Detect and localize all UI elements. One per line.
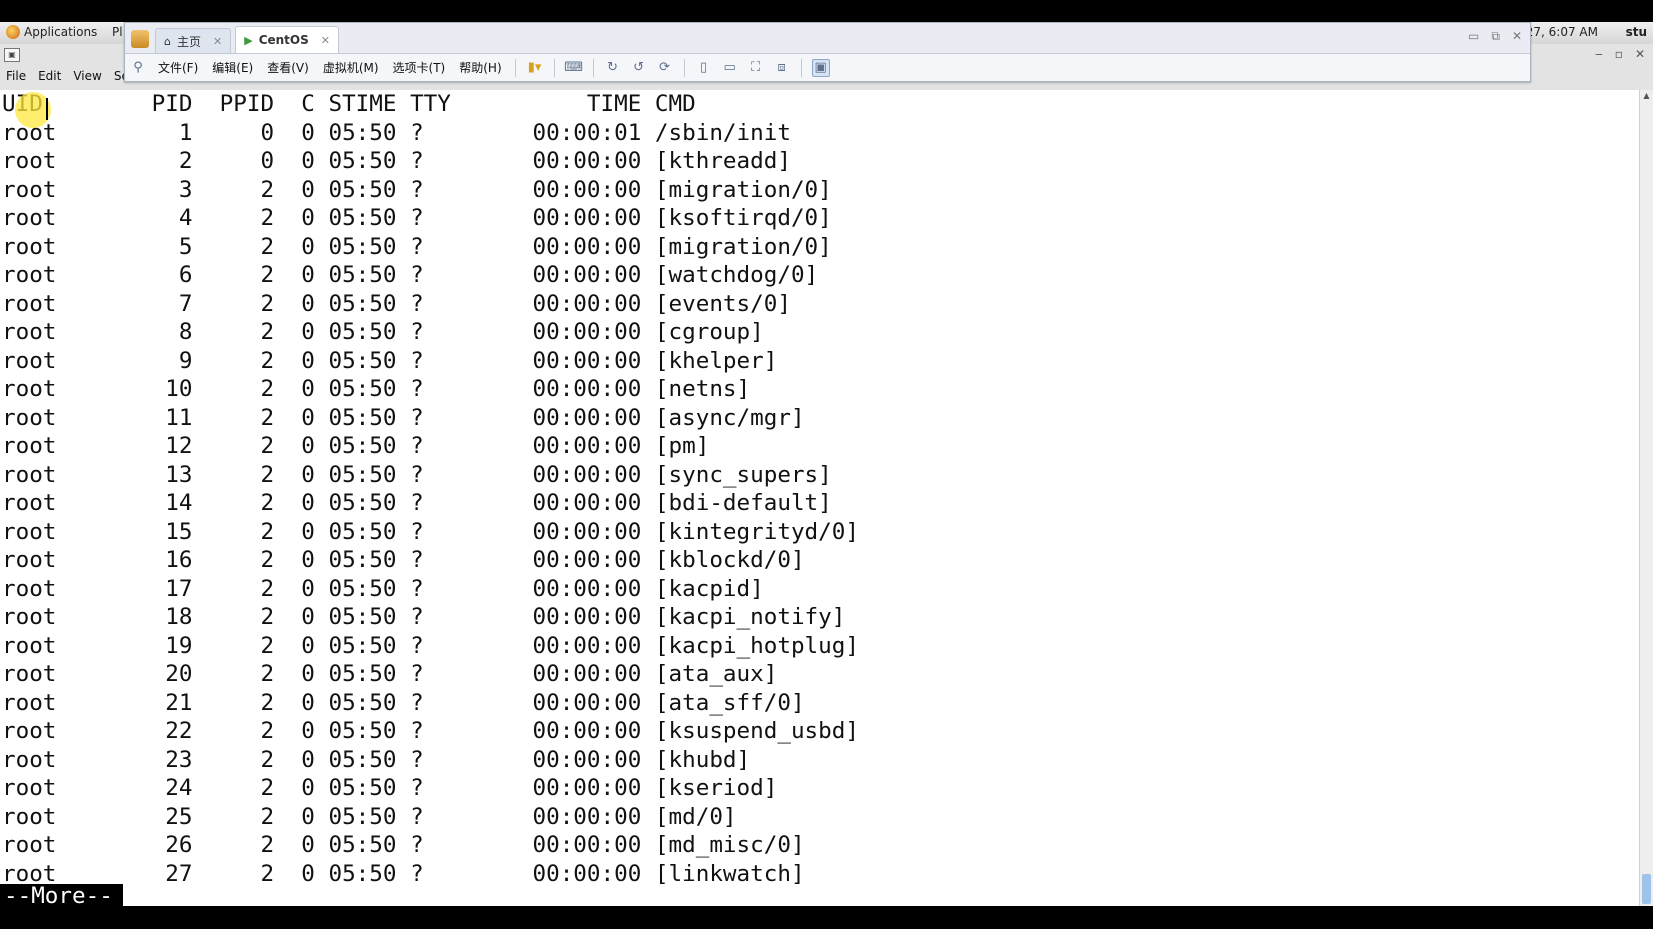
tab-close-icon[interactable]: ✕ [213,35,222,48]
ps-process-line: root 14 2 0 05:50 ? 00:00:00 [bdi-defaul… [2,490,832,516]
vm-icon: ▶ [244,33,253,47]
ps-process-line: root 19 2 0 05:50 ? 00:00:00 [kacpi_hotp… [2,632,859,659]
scroll-up-arrow-icon[interactable]: ▲ [1640,90,1653,102]
menu-edit-cn[interactable]: 编辑(E) [205,59,260,76]
minimize-icon[interactable]: ‒ [1595,47,1603,61]
ps-process-line: root 13 2 0 05:50 ? 00:00:00 [sync_super… [2,461,832,488]
terminal-output[interactable]: UID PID PPID C STIME TTY TIME CMD root 1 … [0,90,1640,906]
applications-label: Applications [24,25,98,39]
ps-process-line: root 15 2 0 05:50 ? 00:00:00 [kintegrity… [2,518,859,545]
close-icon[interactable]: ✕ [1512,29,1522,44]
stretch-view-icon[interactable]: ▣ [811,58,830,77]
tab-home[interactable]: ⌂ 主页 ✕ [155,28,232,53]
tab-centos-label: CentOS [258,33,309,47]
unity-icon[interactable]: ⧈ [773,59,791,77]
ps-process-line: root 24 2 0 05:50 ? 00:00:00 [kseriod] [2,775,778,801]
ps-process-line: root 16 2 0 05:50 ? 00:00:00 [kblockd/0] [2,547,805,573]
ps-process-line: root 3 2 0 05:50 ? 00:00:00 [migration/0… [2,176,832,203]
terminal-window-icon[interactable]: ▣ [4,48,20,62]
ps-process-line: root 11 2 0 05:50 ? 00:00:00 [async/mgr] [2,404,805,431]
ps-process-line: root 21 2 0 05:50 ? 00:00:00 [ata_sff/0] [2,689,805,716]
ps-process-line: root 26 2 0 05:50 ? 00:00:00 [md_misc/0] [2,832,805,858]
ps-process-line: root 25 2 0 05:50 ? 00:00:00 [md/0] [2,803,737,830]
library-icon[interactable] [131,30,149,48]
places-menu[interactable]: Pl [112,25,123,39]
menu-help-cn[interactable]: 帮助(H) [452,59,508,76]
vmware-window-controls: ▭ ⧉ ✕ [1468,29,1522,44]
menu-tabs-cn[interactable]: 选项卡(T) [386,59,453,76]
home-icon: ⌂ [164,34,171,48]
ps-process-line: root 10 2 0 05:50 ? 00:00:00 [netns] [2,376,751,402]
terminal-menubar: File Edit View Se [6,69,129,83]
ps-process-line: root 6 2 0 05:50 ? 00:00:00 [watchdog/0] [2,262,819,288]
terminal-window-controls: ‒ ▫ ✕ [1595,47,1645,61]
bottom-frame-band [0,906,1653,929]
ps-header-line: UID PID PPID C STIME TTY TIME CMD [2,91,696,117]
revert-snapshot-icon[interactable]: ↺ [630,59,648,77]
top-frame-band [0,0,1653,22]
panel-user[interactable]: stu [1626,25,1647,39]
ps-process-line: root 12 2 0 05:50 ? 00:00:00 [pm] [2,433,710,459]
snapshot-icon[interactable]: ↻ [604,59,622,77]
toolbar-separator [800,58,802,77]
sidebar-toggle-icon[interactable]: ▯ [695,59,713,77]
power-dropdown-icon[interactable]: ▮▾ [526,59,544,77]
toolbar-separator [592,58,594,77]
ps-process-line: root 18 2 0 05:50 ? 00:00:00 [kacpi_noti… [2,604,846,630]
ps-process-line: root 4 2 0 05:50 ? 00:00:00 [ksoftirqd/0… [2,205,832,231]
fullscreen-icon[interactable]: ⛶ [747,59,765,77]
tab-centos[interactable]: ▶ CentOS ✕ [235,26,339,53]
ps-process-line: root 7 2 0 05:50 ? 00:00:00 [events/0] [2,290,791,317]
menu-file[interactable]: File [6,69,26,83]
ps-process-line: root 2 0 0 05:50 ? 00:00:00 [kthreadd] [2,148,791,174]
menu-view[interactable]: View [73,69,101,83]
pin-icon[interactable]: ⚲ [129,59,147,77]
tab-home-label: 主页 [176,34,201,49]
vmware-window: ⌂ 主页 ✕ ▶ CentOS ✕ ▭ ⧉ ✕ ⚲ 文件(F) 编辑(E) 查看… [124,22,1531,82]
close-icon[interactable]: ✕ [1635,47,1645,61]
menu-vm-cn[interactable]: 虚拟机(M) [316,59,386,76]
tab-close-icon[interactable]: ✕ [321,34,330,47]
ps-process-line: root 8 2 0 05:50 ? 00:00:00 [cgroup] [2,319,764,345]
ps-process-line: root 9 2 0 05:50 ? 00:00:00 [khelper] [2,347,778,374]
ps-process-line: root 17 2 0 05:50 ? 00:00:00 [kacpid] [2,575,764,602]
toolbar-separator [514,58,516,77]
menu-view-cn[interactable]: 查看(V) [260,59,316,76]
applications-menu[interactable]: Applications [6,25,97,39]
maximize-icon[interactable]: ▫ [1615,47,1623,61]
send-keys-icon[interactable]: ⌨ [564,59,583,77]
ps-process-line: root 20 2 0 05:50 ? 00:00:00 [ata_aux] [2,661,778,687]
ps-process-line: root 27 2 0 05:50 ? 00:00:00 [linkwatch] [2,860,805,887]
ibeam-cursor-icon [46,98,48,120]
minimize-icon[interactable]: ▭ [1468,29,1479,44]
snapshot-manager-icon[interactable]: ⟳ [656,59,674,77]
ps-output: UID PID PPID C STIME TTY TIME CMD root 1 … [0,90,1640,888]
terminal-scrollbar[interactable]: ▲ [1639,90,1653,906]
vmware-tab-bar: ⌂ 主页 ✕ ▶ CentOS ✕ [125,23,1530,54]
ps-process-line: root 5 2 0 05:50 ? 00:00:00 [migration/0… [2,233,832,260]
menu-file-cn[interactable]: 文件(F) [151,59,205,76]
toolbar-separator [683,58,685,77]
ps-process-line: root 22 2 0 05:50 ? 00:00:00 [ksuspend_u… [2,718,859,744]
scrollbar-thumb[interactable] [1642,874,1651,904]
ps-process-line: root 23 2 0 05:50 ? 00:00:00 [khubd] [2,746,751,773]
toolbar-separator [553,58,555,77]
gnome-foot-icon [6,25,20,39]
more-prompt[interactable]: --More-- [0,884,123,908]
restore-icon[interactable]: ⧉ [1491,29,1500,44]
vmware-menubar: ⚲ 文件(F) 编辑(E) 查看(V) 虚拟机(M) 选项卡(T) 帮助(H) … [125,54,1530,81]
ps-process-line: root 1 0 0 05:50 ? 00:00:01 /sbin/init [2,119,791,146]
menu-edit[interactable]: Edit [38,69,61,83]
console-view-icon[interactable]: ▭ [721,59,739,77]
